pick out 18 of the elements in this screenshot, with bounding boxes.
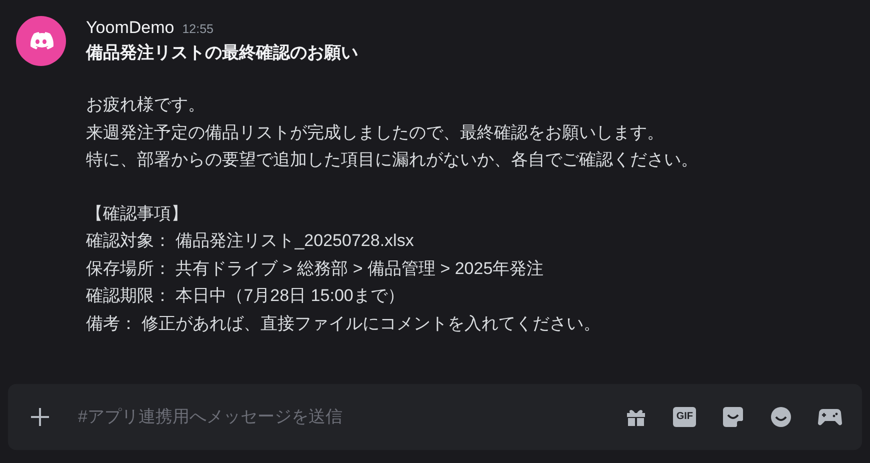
message-title: 備品発注リストの最終確認のお願い: [86, 42, 359, 64]
message-line: 保存場所： 共有ドライブ > 総務部 > 備品管理 > 2025年発注: [86, 258, 545, 280]
message-line: お疲れ様です。: [86, 94, 206, 116]
avatar-icon[interactable]: [16, 16, 66, 66]
message-line: 備考： 修正があれば、直接ファイルにコメントを入れてください。: [86, 312, 602, 334]
message-line: 確認対象： 備品発注リスト_20250728.xlsx: [86, 230, 415, 252]
message-input[interactable]: #アプリ連携用へメッセージを送信: [76, 406, 626, 428]
timestamp: 12:55: [182, 22, 214, 36]
plus-icon[interactable]: [30, 407, 50, 427]
gif-button[interactable]: GIF: [673, 407, 696, 427]
emoji-icon[interactable]: [770, 406, 792, 428]
message-line: 確認期限： 本日中（7月28日 15:00まで）: [86, 285, 406, 307]
message-line: 特に、部署からの要望で追加した項目に漏れがないか、各自でご確認ください。: [86, 149, 698, 171]
message-line: 【確認事項】: [86, 202, 189, 224]
message-line: 来週発注予定の備品リストが完成しましたので、最終確認をお願いします。: [86, 122, 665, 144]
sticker-icon[interactable]: [722, 406, 744, 428]
gamepad-icon[interactable]: [818, 407, 842, 427]
author-name[interactable]: YoomDemo: [86, 18, 174, 38]
